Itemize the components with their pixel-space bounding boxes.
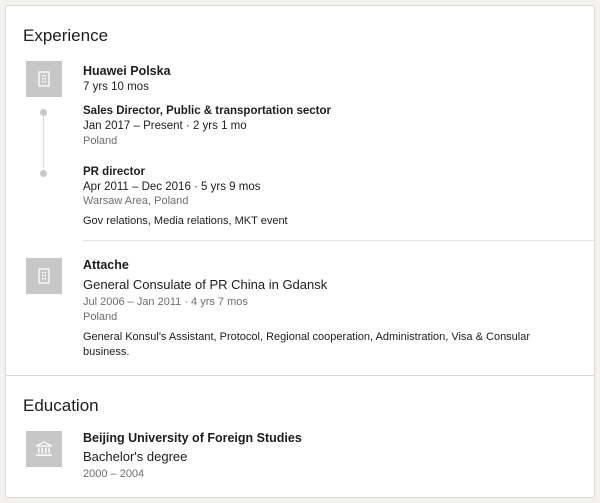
timeline-dot [40,170,47,177]
timeline-line [43,116,44,169]
section-divider [6,375,594,376]
profile-card: Experience Huawei Polska 7 yrs 10 mos Sa… [5,5,596,498]
role-dates: Jan 2017 – Present · 2 yrs 1 mo [83,120,247,132]
position-dates: Jul 2006 – Jan 2011 · 4 yrs 7 mos [83,296,248,308]
role-description: Gov relations, Media relations, MKT even… [83,215,288,227]
company-name[interactable]: Huawei Polska [83,64,171,78]
entry-divider [83,240,596,241]
school-name[interactable]: Beijing University of Foreign Studies [83,431,302,445]
company-logo-consulate[interactable] [26,258,62,294]
experience-heading: Experience [23,26,109,45]
role-dates: Apr 2011 – Dec 2016 · 5 yrs 9 mos [83,181,261,193]
timeline-dot [40,109,47,116]
company-total-duration: 7 yrs 10 mos [83,81,149,93]
degree-name: Bachelor's degree [83,449,188,464]
position-location: Poland [83,311,118,323]
company-logo-huawei[interactable] [26,61,62,97]
education-heading: Education [23,396,99,415]
role-title[interactable]: PR director [83,166,145,178]
role-location: Poland [83,135,118,147]
position-title[interactable]: Attache [83,258,129,272]
building-icon [38,71,50,87]
company-name[interactable]: General Consulate of PR China in Gdansk [83,277,327,292]
role-title[interactable]: Sales Director, Public & transportation … [83,105,331,117]
position-description: General Konsul's Assistant, Protocol, Re… [83,331,531,358]
building-icon [38,268,50,284]
role-location: Warsaw Area, Poland [83,195,189,207]
education-dates: 2000 – 2004 [83,468,145,480]
school-icon [35,441,53,456]
school-logo[interactable] [26,431,62,467]
